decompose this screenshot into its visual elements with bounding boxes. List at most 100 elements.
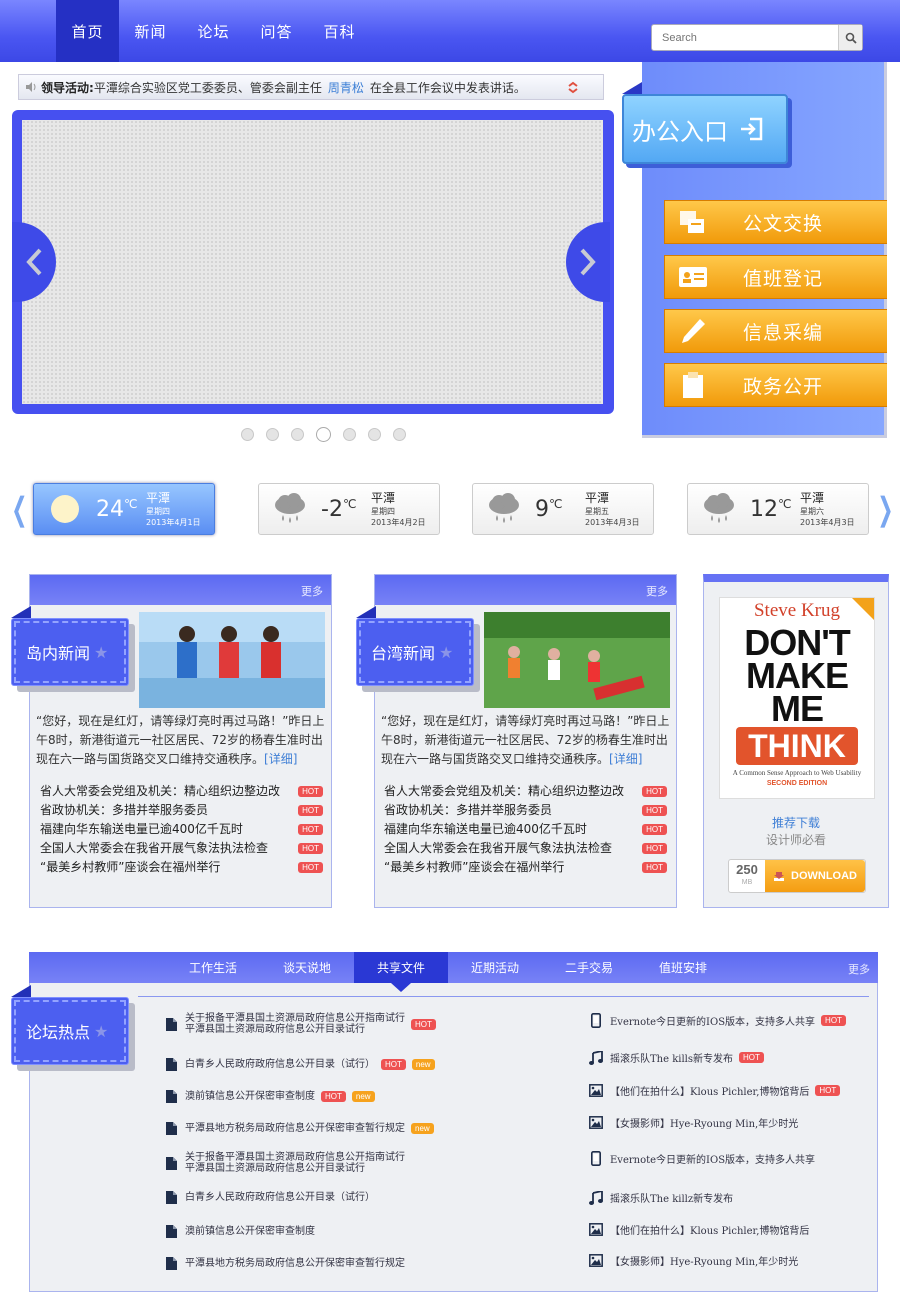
shared-file-item[interactable]: 平潭县地方税务局政府信息公开保密审查暂行规定 new xyxy=(163,1122,434,1135)
shared-file-item[interactable]: 澳前镇信息公开保密审查制度 HOT new xyxy=(163,1090,375,1103)
recommend-download-link[interactable]: 推荐下载 xyxy=(703,815,889,832)
more-link[interactable]: 更多 xyxy=(646,585,668,598)
shared-media-item[interactable]: 【女摄影师】Hye-Ryoung Min,年少时光 xyxy=(588,1115,798,1130)
media-title: Evernote今日更新的IOS版本，支持多人共享 xyxy=(610,1155,816,1166)
tab-chat[interactable]: 谈天说地 xyxy=(260,952,354,983)
news-photo[interactable] xyxy=(484,612,670,708)
slider-dot[interactable] xyxy=(393,428,406,441)
weather-card[interactable]: -2℃ 平潭 星期四 2013年4月2日 xyxy=(258,483,440,535)
tab-recent-events[interactable]: 近期活动 xyxy=(448,952,542,983)
list-item[interactable]: 省人大常委会党组及机关：精心组织边整边改 HOT xyxy=(40,782,323,801)
slider-image-area[interactable] xyxy=(22,120,603,404)
weather-next-arrow[interactable]: ❯ xyxy=(877,490,893,528)
refresh-icon[interactable] xyxy=(567,81,579,94)
shared-media-item[interactable]: 摇滚乐队The kills新专发布 HOT xyxy=(588,1050,764,1065)
duty-registration-button[interactable]: 值班登记 xyxy=(664,255,887,299)
list-item-text: 福建向华东输送电量已逾400亿千瓦时 xyxy=(384,822,587,836)
list-item[interactable]: 福建向华东输送电量已逾400亿千瓦时 HOT xyxy=(384,820,667,839)
nav-item-forum[interactable]: 论坛 xyxy=(182,0,245,62)
weather-card[interactable]: 24℃ 平潭 星期四 2013年4月1日 xyxy=(33,483,215,535)
weather-card[interactable]: 9℃ 平潭 星期五 2013年4月3日 xyxy=(472,483,654,535)
slider-dot[interactable] xyxy=(368,428,381,441)
file-title: 澳前镇信息公开保密审查制度 xyxy=(185,1091,315,1102)
pencil-icon xyxy=(682,319,705,343)
weather-temp: 9 xyxy=(535,496,549,522)
government-affairs-button[interactable]: 政务公开 xyxy=(664,363,887,407)
tab-second-hand[interactable]: 二手交易 xyxy=(542,952,636,983)
weather-weekday: 星期四 xyxy=(371,507,395,516)
shared-file-item[interactable]: 关于报备平潭县国土资源局政府信息公开指南试行 平潭县国土资源局政府信息公开目录试行… xyxy=(163,1013,436,1035)
shared-media-item[interactable]: 【他们在拍什么】Klous Pichler,博物馆背后 HOT xyxy=(588,1083,841,1098)
slider-dot[interactable] xyxy=(343,428,356,441)
hot-badge: HOT xyxy=(642,805,667,816)
phone-icon xyxy=(591,1013,601,1028)
list-item[interactable]: “最美乡村教师”座谈会在福州举行 HOT xyxy=(40,858,323,877)
nav-item-home[interactable]: 首页 xyxy=(56,0,119,62)
book-cover[interactable]: Steve Krug DON'T MAKE ME THINK A Common … xyxy=(719,597,875,799)
file-title: 平潭县地方税务局政府信息公开保密审查暂行规定 xyxy=(185,1258,405,1269)
tab-duty-schedule[interactable]: 值班安排 xyxy=(636,952,730,983)
ribbon-fold xyxy=(356,606,376,618)
document-exchange-button[interactable]: 公文交换 xyxy=(664,200,887,244)
music-icon xyxy=(589,1190,603,1205)
file-title: 白青乡人民政府政府信息公开目录（试行） xyxy=(185,1192,375,1203)
shared-file-item[interactable]: 白青乡人民政府政府信息公开目录（试行） xyxy=(163,1191,375,1204)
detail-link[interactable]: [详细] xyxy=(264,752,297,766)
detail-link[interactable]: [详细] xyxy=(609,752,642,766)
hot-badge: HOT xyxy=(739,1052,764,1063)
list-item[interactable]: “最美乡村教师”座谈会在福州举行 HOT xyxy=(384,858,667,877)
image-icon xyxy=(589,1223,603,1236)
search-input[interactable] xyxy=(652,25,838,50)
slider-dot[interactable] xyxy=(266,428,279,441)
list-item[interactable]: 全国人大常委会在我省开展气象法执法检查 HOT xyxy=(40,839,323,858)
weather-card[interactable]: 12℃ 平潭 星期六 2013年4月3日 xyxy=(687,483,869,535)
slider-dot[interactable] xyxy=(241,428,254,441)
list-item[interactable]: 省人大常委会党组及机关：精心组织边整边改 HOT xyxy=(384,782,667,801)
shared-file-item[interactable]: 澳前镇信息公开保密审查制度 xyxy=(163,1225,315,1238)
nav-item-news[interactable]: 新闻 xyxy=(119,0,182,62)
id-card-icon xyxy=(679,267,707,287)
list-item[interactable]: 省政协机关：多措并举服务委员 HOT xyxy=(384,801,667,820)
slider-dot-active[interactable] xyxy=(316,427,331,442)
nav-item-wiki[interactable]: 百科 xyxy=(308,0,371,62)
shared-file-item[interactable]: 白青乡人民政府政府信息公开目录（试行） HOT new xyxy=(163,1058,435,1071)
image-icon xyxy=(589,1254,603,1267)
book-edition: SECOND EDITION xyxy=(766,780,828,787)
hot-badge: HOT xyxy=(298,786,323,797)
office-entry-button[interactable]: 办公入口 xyxy=(622,94,788,164)
shared-file-item[interactable]: 平潭县地方税务局政府信息公开保密审查暂行规定 xyxy=(163,1257,405,1270)
slider-dot[interactable] xyxy=(291,428,304,441)
chevron-left-icon xyxy=(26,248,42,276)
file-title: 关于报备平潭县国土资源局政府信息公开指南试行 xyxy=(185,1013,405,1024)
divider xyxy=(138,996,869,997)
download-label: DOWNLOAD xyxy=(791,870,857,882)
shared-media-item[interactable]: 摇滚乐队The killz新专发布 xyxy=(588,1190,733,1205)
weather-prev-arrow[interactable]: ❮ xyxy=(11,490,27,528)
shared-media-item[interactable]: 【女摄影师】Hye-Ryoung Min,年少时光 xyxy=(588,1253,798,1268)
shared-media-item[interactable]: Evernote今日更新的IOS版本，支持多人共享 xyxy=(588,1151,815,1166)
news-photo[interactable] xyxy=(139,612,325,708)
list-item[interactable]: 省政协机关：多措并举服务委员 HOT xyxy=(40,801,323,820)
star-icon: ★ xyxy=(94,642,109,662)
forum-more-link[interactable]: 更多 xyxy=(848,961,870,977)
news-summary: “您好，现在是红灯，请等绿灯亮时再过马路！”昨日上午8时，新港街道元一社区居民、… xyxy=(381,712,671,769)
download-button[interactable]: DOWNLOAD xyxy=(765,860,865,892)
ticker-person-link[interactable]: 周青松 xyxy=(328,79,364,96)
hot-badge: HOT xyxy=(411,1018,436,1030)
list-item-text: 全国人大常委会在我省开展气象法执法检查 xyxy=(384,841,613,855)
list-item[interactable]: 全国人大常委会在我省开展气象法执法检查 HOT xyxy=(384,839,667,858)
shared-media-item[interactable]: 【他们在拍什么】Klous Pichler,博物馆背后 xyxy=(588,1222,809,1237)
weather-temp: 12 xyxy=(750,496,778,522)
tab-shared-files[interactable]: 共享文件 xyxy=(354,952,448,992)
shared-media-item[interactable]: Evernote今日更新的IOS版本，支持多人共享 HOT xyxy=(588,1013,846,1028)
info-editing-button[interactable]: 信息采编 xyxy=(664,309,887,353)
search-button[interactable] xyxy=(838,25,862,50)
shared-file-item[interactable]: 关于报备平潭县国土资源局政府信息公开指南试行 平潭县国土资源局政府信息公开目录试行 xyxy=(163,1152,405,1174)
office-entry-label: 办公入口 xyxy=(632,117,728,146)
tab-work-life[interactable]: 工作生活 xyxy=(166,952,260,983)
list-item[interactable]: 福建向华东输送电量已逾400亿千瓦时 HOT xyxy=(40,820,323,839)
nav-item-qa[interactable]: 问答 xyxy=(245,0,308,62)
more-link[interactable]: 更多 xyxy=(301,585,323,598)
weather-unit: ℃ xyxy=(778,496,792,511)
speaker-icon xyxy=(26,82,36,92)
